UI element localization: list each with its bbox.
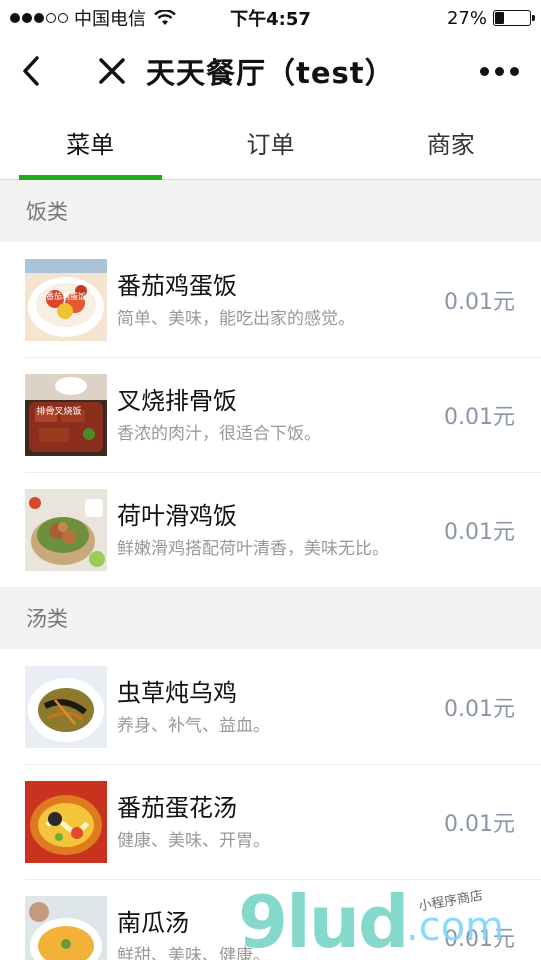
menu-item[interactable]: 南瓜汤 鲜甜、美味、健康。 0.01元 (0, 879, 541, 960)
dish-image (25, 665, 107, 748)
tab-bar: 菜单 订单 商家 (0, 106, 541, 180)
page-title: 天天餐厅（test） (146, 56, 395, 90)
tab-merchant[interactable]: 商家 (361, 106, 541, 179)
dish-image: 番茄鸡蛋饭 (25, 258, 107, 341)
active-tab-indicator (19, 175, 162, 180)
more-options-icon[interactable] (480, 66, 525, 76)
dish-image-caption: 排骨叉烧饭 (36, 405, 81, 417)
dish-price: 0.01元 (444, 811, 515, 837)
menu-item[interactable]: 虫草炖乌鸡 养身、补气、益血。 0.01元 (0, 649, 541, 764)
dish-price: 0.01元 (444, 519, 515, 545)
back-icon[interactable] (16, 51, 46, 91)
dish-image (25, 780, 107, 863)
navigation-bar: 天天餐厅（test） (0, 36, 541, 106)
dish-image (25, 895, 107, 960)
battery-icon (493, 10, 535, 26)
status-bar: 中国电信 下午4:57 27% (0, 0, 541, 36)
menu-item[interactable]: 荷叶滑鸡饭 鲜嫩滑鸡搭配荷叶清香，美味无比。 0.01元 (0, 472, 541, 587)
dish-image-caption: 番茄鸡蛋饭 (46, 291, 86, 301)
menu-item[interactable]: 番茄鸡蛋饭 番茄鸡蛋饭 简单、美味，能吃出家的感觉。 0.01元 (0, 242, 541, 357)
dish-image: 排骨叉烧饭 (25, 373, 107, 456)
close-icon[interactable] (92, 51, 132, 91)
dish-price: 0.01元 (444, 926, 515, 952)
tab-menu[interactable]: 菜单 (0, 106, 180, 179)
tab-orders[interactable]: 订单 (180, 106, 360, 179)
battery-percent: 27% (446, 7, 487, 29)
menu-item[interactable]: 番茄蛋花汤 健康、美味、开胃。 0.01元 (0, 764, 541, 879)
signal-strength-icon (10, 13, 68, 23)
wifi-icon (154, 9, 176, 26)
dish-price: 0.01元 (444, 404, 515, 430)
section-header-rice: 饭类 (0, 180, 541, 242)
section-header-soup: 汤类 (0, 587, 541, 649)
dish-price: 0.01元 (444, 289, 515, 315)
carrier-label: 中国电信 (74, 9, 146, 30)
menu-item[interactable]: 排骨叉烧饭 叉烧排骨饭 香浓的肉汁，很适合下饭。 0.01元 (0, 357, 541, 472)
dish-price: 0.01元 (444, 696, 515, 722)
dish-image (25, 488, 107, 571)
